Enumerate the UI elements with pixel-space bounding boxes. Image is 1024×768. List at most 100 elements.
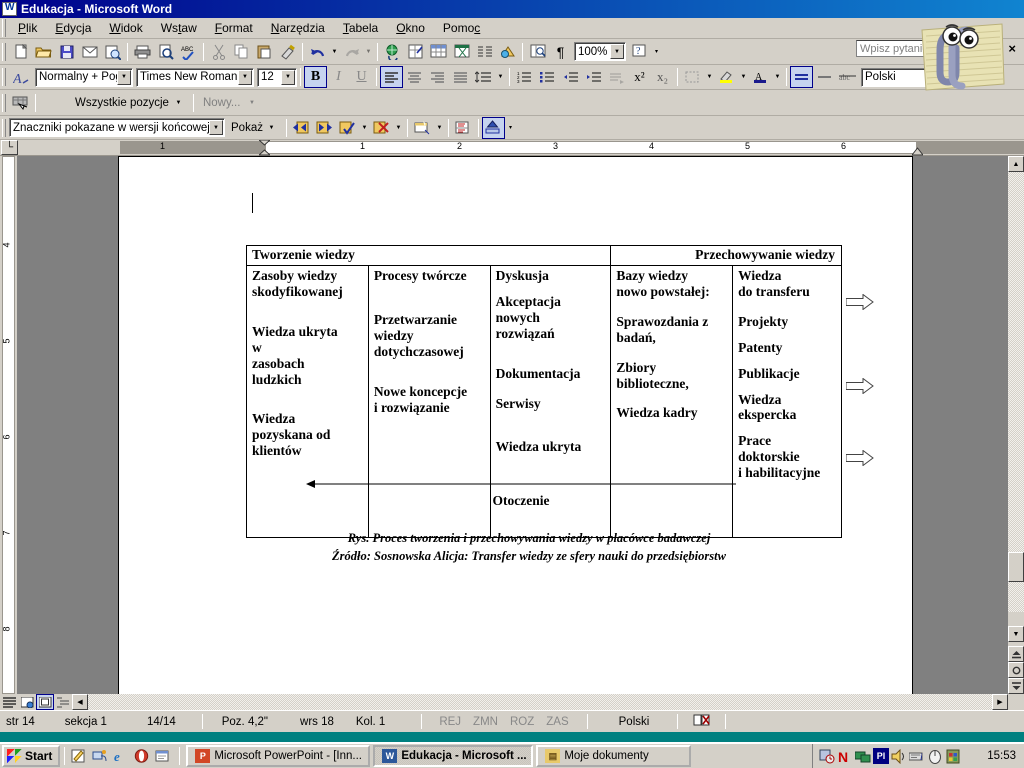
status-flag-zmn[interactable]: ZMN [467,716,504,728]
standard-toolbar-grip[interactable] [2,42,6,61]
scroll-right-button[interactable]: ▶ [992,694,1008,710]
insert-excel-sheet-button[interactable] [450,41,473,63]
standard-toolbar-overflow-chevron-icon[interactable]: ▾ [651,48,662,55]
status-flag-zas[interactable]: ZAS [540,716,574,728]
volume-icon[interactable] [891,748,907,764]
help-button[interactable]: ? [628,41,651,63]
east-asian-layout-button[interactable] [605,66,628,88]
print-button[interactable] [131,41,154,63]
copy-button[interactable] [230,41,253,63]
task-word[interactable]: W Edukacja - Microsoft ... [373,745,534,767]
highlight-color-button[interactable] [715,66,738,88]
keyboard-icon[interactable]: i [909,748,925,764]
redo-dropdown-chevron-down-icon[interactable]: ▼ [363,49,374,55]
borders-chevron-down-icon[interactable]: ▼ [704,74,715,80]
menu-narzedzia[interactable]: Narzędzia [262,19,334,37]
document-scroll-zone[interactable]: Tworzenie wiedzy Przechowywanie wiedzy Z… [17,156,1024,694]
new-entry-chevron-down-icon[interactable]: ▼ [246,100,257,106]
superscript-button[interactable]: x² [628,66,651,88]
new-document-button[interactable] [9,41,32,63]
bullets-button[interactable] [536,66,559,88]
all-entries-chevron-down-icon[interactable]: ▼ [173,100,184,106]
redo-button[interactable] [340,41,363,63]
start-button[interactable]: Start [2,745,61,767]
font-size-chevron-down-icon[interactable]: ▼ [281,69,295,85]
vertical-scroll-thumb[interactable] [1008,552,1024,582]
new-comment-button[interactable] [411,117,434,139]
tables-and-borders-button[interactable] [404,41,427,63]
horizontal-scroll-track[interactable] [88,694,992,710]
search-button[interactable] [101,41,124,63]
next-change-button[interactable] [313,117,336,139]
explorer-icon[interactable] [152,746,173,767]
tab-stop-selector[interactable]: └ [1,140,18,155]
task-powerpoint[interactable]: P Microsoft PowerPoint - [Inn... [186,745,371,767]
increase-indent-button[interactable] [582,66,605,88]
format-painter-button[interactable] [276,41,299,63]
style-combo[interactable]: Normalny + Pog ▼ [35,67,133,87]
scroll-left-button[interactable]: ◀ [72,694,88,710]
decrease-indent-button[interactable] [559,66,582,88]
reviewing-toolbar-grip[interactable] [2,118,6,137]
web-layout-view-button[interactable] [18,694,36,710]
zoom-chevron-down-icon[interactable]: ▼ [610,44,624,59]
status-flag-rej[interactable]: REJ [433,716,467,728]
language-indicator-icon[interactable]: Pl [873,748,889,764]
styles-and-formatting-icon[interactable]: A [9,66,32,88]
menu-plik[interactable]: Plik [9,19,46,37]
clipboard-icon[interactable] [945,748,961,764]
new-comment-chevron-down-icon[interactable]: ▼ [434,125,445,131]
style-chevron-down-icon[interactable]: ▼ [117,69,131,85]
borders-button[interactable] [681,66,704,88]
insert-hyperlink-button[interactable] [381,41,404,63]
display-for-review-chevron-down-icon[interactable]: ▼ [209,120,223,135]
vertical-scroll-track[interactable] [1008,172,1024,612]
font-size-combo[interactable]: 12 ▼ [257,67,297,87]
status-flag-roz[interactable]: ROZ [504,716,540,728]
align-justify-button[interactable] [449,66,472,88]
font-color-button[interactable]: A [749,66,772,88]
menu-pomoc[interactable]: Pomoc [434,19,489,37]
next-page-button[interactable] [1008,678,1024,694]
insert-table-button[interactable] [427,41,450,63]
strikethrough-revision-button[interactable]: abc [836,66,859,88]
align-center-button[interactable] [403,66,426,88]
reject-change-chevron-down-icon[interactable]: ▼ [393,125,404,131]
horizontal-ruler[interactable]: 1 1 2 3 4 5 6 [19,139,1024,156]
show-menu-button[interactable]: Pokaż ▼ [225,118,283,138]
previous-change-button[interactable] [290,117,313,139]
email-button[interactable] [78,41,101,63]
office-assistant-clippy[interactable] [916,22,1008,94]
accept-change-button[interactable] [336,117,359,139]
formatting-toolbar-grip[interactable] [2,68,6,86]
italic-button[interactable]: I [327,66,350,88]
save-button[interactable] [55,41,78,63]
subscript-button[interactable]: x₂ [651,66,674,88]
font-chevron-down-icon[interactable]: ▼ [238,69,252,85]
accept-change-chevron-down-icon[interactable]: ▼ [359,125,370,131]
align-right-button[interactable] [426,66,449,88]
font-color-chevron-down-icon[interactable]: ▼ [772,74,783,80]
document-page[interactable]: Tworzenie wiedzy Przechowywanie wiedzy Z… [118,156,913,694]
scheduled-tasks-icon[interactable] [819,748,835,764]
menu-edycja[interactable]: Edycja [46,19,100,37]
print-preview-button[interactable] [154,41,177,63]
reviewing-pane-button[interactable] [452,117,475,139]
reject-change-button[interactable] [370,117,393,139]
single-underline-style-button[interactable] [813,66,836,88]
network-icon[interactable] [89,746,110,767]
vertical-scrollbar[interactable]: ▲ ▼ [1008,156,1024,694]
columns-button[interactable] [473,41,496,63]
menu-okno[interactable]: Okno [387,19,434,37]
drawing-button[interactable] [496,41,519,63]
align-left-button[interactable] [380,66,403,88]
mouse-icon[interactable] [927,748,943,764]
scroll-up-button[interactable]: ▲ [1008,156,1024,172]
show-menu-chevron-down-icon[interactable]: ▼ [266,125,277,131]
outline-view-button[interactable] [54,694,72,710]
bold-button[interactable]: B [304,66,327,88]
menu-widok[interactable]: Widok [100,19,151,37]
scroll-down-button[interactable]: ▼ [1008,626,1024,642]
taskbar-clock[interactable]: 15:53 [987,750,1016,762]
norton-antivirus-icon[interactable]: N [837,748,853,764]
